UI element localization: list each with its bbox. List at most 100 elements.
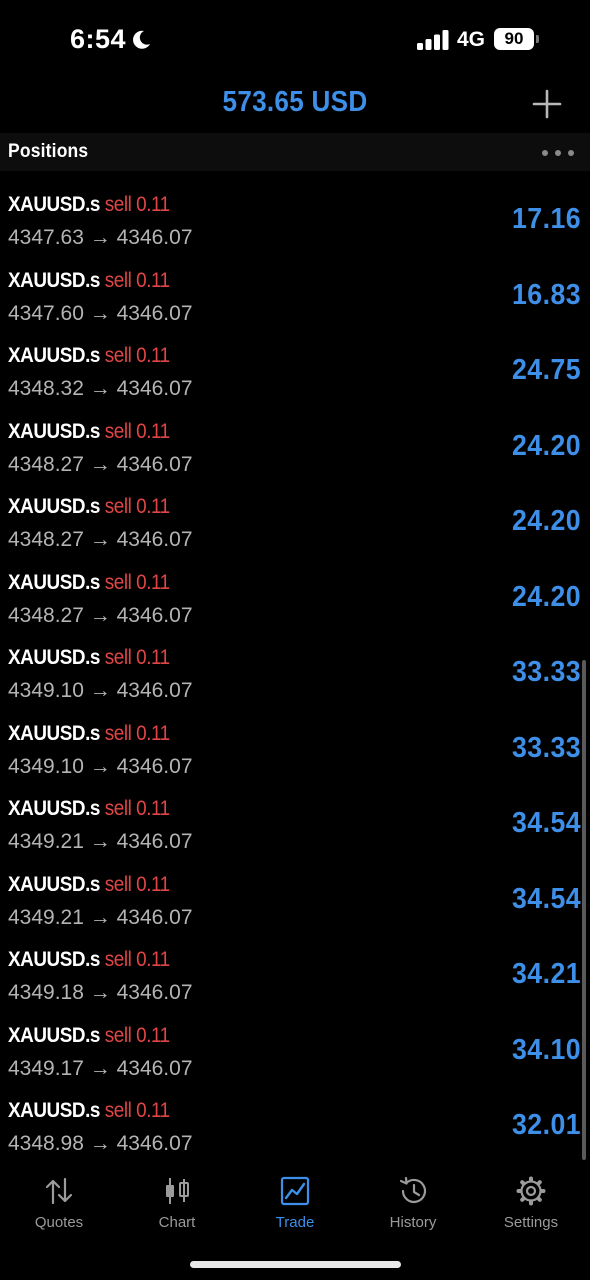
arrow-right-icon: → <box>83 1132 117 1155</box>
positions-section-header: Positions <box>0 133 590 171</box>
position-volume: 0.11 <box>136 797 170 820</box>
position-symbol-line: XAUUSD.s sell 0.11 <box>8 193 170 217</box>
position-symbol-line: XAUUSD.s sell 0.11 <box>8 420 170 444</box>
position-profit: 34.10 <box>511 1033 581 1066</box>
position-volume: 0.11 <box>136 721 170 745</box>
position-profit: 24.20 <box>511 429 581 462</box>
position-symbol: XAUUSD.s <box>8 797 100 820</box>
position-profit: 34.21 <box>511 958 581 990</box>
position-profit: 24.75 <box>511 354 581 386</box>
position-row[interactable]: XAUUSD.s sell 0.11 4349.10 → 4346.07 33.33 <box>0 624 590 702</box>
position-row[interactable]: XAUUSD.s sell 0.11 4349.21 → 4346.07 34.54 <box>0 851 590 929</box>
section-title: Positions <box>8 141 89 162</box>
gear-icon <box>516 1176 546 1206</box>
status-time: 6:54 <box>70 24 127 54</box>
position-volume: 0.11 <box>136 1023 170 1047</box>
position-profit: 24.20 <box>511 505 581 537</box>
position-symbol-line: XAUUSD.s sell 0.11 <box>8 797 170 821</box>
position-side: sell <box>104 268 132 292</box>
position-symbol: XAUUSD.s <box>8 646 100 669</box>
position-volume: 0.11 <box>136 419 170 443</box>
tab-label: Settings <box>503 1214 559 1231</box>
balance-value[interactable]: 573.65 USD <box>30 86 561 119</box>
history-clock-icon <box>399 1176 427 1204</box>
tab-label: Quotes <box>34 1214 84 1231</box>
position-volume: 0.11 <box>136 570 170 594</box>
position-volume: 0.11 <box>136 872 170 896</box>
positions-list[interactable]: XAUUSD.s sell 0.11 4347.63 → 4346.07 17.16… <box>0 171 590 1164</box>
signal-icon <box>417 30 449 50</box>
candlestick-chart-icon <box>166 1178 189 1204</box>
position-row[interactable]: XAUUSD.s sell 0.11 4349.21 → 4346.07 34.54 <box>0 775 590 853</box>
tab-settings[interactable]: Settings <box>472 1174 590 1244</box>
position-row[interactable]: XAUUSD.s sell 0.11 4348.27 → 4346.07 24.20 <box>0 473 590 551</box>
tab-label: Trade <box>275 1214 315 1231</box>
quotes-arrows-icon <box>45 1177 73 1205</box>
position-row[interactable]: XAUUSD.s sell 0.11 4349.10 → 4346.07 33.33 <box>0 700 590 778</box>
position-side: sell <box>104 570 132 594</box>
moon-icon <box>133 30 150 49</box>
position-row[interactable]: XAUUSD.s sell 0.11 4348.27 → 4346.07 24.20 <box>0 549 590 627</box>
position-profit: 33.33 <box>511 731 581 764</box>
position-symbol-line: XAUUSD.s sell 0.11 <box>8 873 170 897</box>
more-options-icon[interactable] <box>541 149 575 157</box>
position-side: sell <box>104 948 132 971</box>
trade-chart-icon <box>280 1176 310 1206</box>
position-symbol-line: XAUUSD.s sell 0.11 <box>8 646 170 670</box>
position-symbol: XAUUSD.s <box>8 268 100 292</box>
tab-chart[interactable]: Chart <box>118 1174 236 1244</box>
position-symbol-line: XAUUSD.s sell 0.11 <box>8 1099 170 1123</box>
position-volume: 0.11 <box>136 495 170 518</box>
position-side: sell <box>104 344 132 367</box>
scrollbar[interactable] <box>582 660 586 1160</box>
add-order-button[interactable] <box>532 89 562 119</box>
status-bar: 6:54 4G 90 <box>0 0 590 80</box>
position-profit: 24.20 <box>511 580 581 613</box>
battery-icon: 90 <box>494 28 534 50</box>
position-row[interactable]: XAUUSD.s sell 0.11 4348.32 → 4346.07 24.75 <box>0 322 590 400</box>
position-symbol: XAUUSD.s <box>8 721 100 745</box>
position-volume: 0.11 <box>136 1099 170 1122</box>
tab-label: Chart <box>158 1214 196 1231</box>
position-side: sell <box>104 1099 132 1122</box>
position-volume: 0.11 <box>136 948 170 971</box>
position-side: sell <box>104 646 132 669</box>
position-profit: 17.16 <box>511 203 581 235</box>
position-row[interactable]: XAUUSD.s sell 0.11 4347.63 → 4346.07 17.16 <box>0 171 590 249</box>
position-volume: 0.11 <box>136 646 170 669</box>
position-symbol: XAUUSD.s <box>8 1023 100 1047</box>
position-symbol-line: XAUUSD.s sell 0.11 <box>8 495 170 519</box>
position-symbol-line: XAUUSD.s sell 0.11 <box>8 269 170 293</box>
position-row[interactable]: XAUUSD.s sell 0.11 4349.17 → 4346.07 34.10 <box>0 1002 590 1080</box>
position-symbol-line: XAUUSD.s sell 0.11 <box>8 571 170 595</box>
position-side: sell <box>104 419 132 443</box>
open-price: 4348.98 <box>8 1132 84 1155</box>
position-profit: 34.54 <box>511 882 581 915</box>
network-label: 4G <box>457 28 486 51</box>
tab-quotes[interactable]: Quotes <box>0 1174 118 1244</box>
position-row[interactable]: XAUUSD.s sell 0.11 4348.98 → 4346.07 32.01 <box>0 1077 590 1155</box>
position-symbol: XAUUSD.s <box>8 948 100 971</box>
position-row[interactable]: XAUUSD.s sell 0.11 4347.60 → 4346.07 16.83 <box>0 247 590 325</box>
tab-history[interactable]: History <box>354 1174 472 1244</box>
position-profit: 34.54 <box>511 807 581 839</box>
position-side: sell <box>104 1023 132 1047</box>
position-symbol: XAUUSD.s <box>8 344 100 367</box>
tab-trade[interactable]: Trade <box>236 1174 354 1244</box>
tab-label: History <box>389 1214 437 1231</box>
position-volume: 0.11 <box>136 193 170 216</box>
position-profit: 33.33 <box>511 656 581 688</box>
position-side: sell <box>104 495 132 518</box>
position-symbol: XAUUSD.s <box>8 419 100 443</box>
header: 573.65 USD <box>0 80 590 130</box>
current-price: 4346.07 <box>116 1132 193 1155</box>
position-side: sell <box>104 721 132 745</box>
battery-level: 90 <box>504 29 524 48</box>
position-symbol-line: XAUUSD.s sell 0.11 <box>8 1024 170 1048</box>
position-symbol: XAUUSD.s <box>8 1099 100 1122</box>
position-row[interactable]: XAUUSD.s sell 0.11 4348.27 → 4346.07 24.20 <box>0 398 590 476</box>
position-row[interactable]: XAUUSD.s sell 0.11 4349.18 → 4346.07 34.21 <box>0 926 590 1004</box>
position-symbol-line: XAUUSD.s sell 0.11 <box>8 948 170 972</box>
position-volume: 0.11 <box>136 344 170 367</box>
position-prices: 4348.98 → 4346.07 <box>8 1132 193 1156</box>
